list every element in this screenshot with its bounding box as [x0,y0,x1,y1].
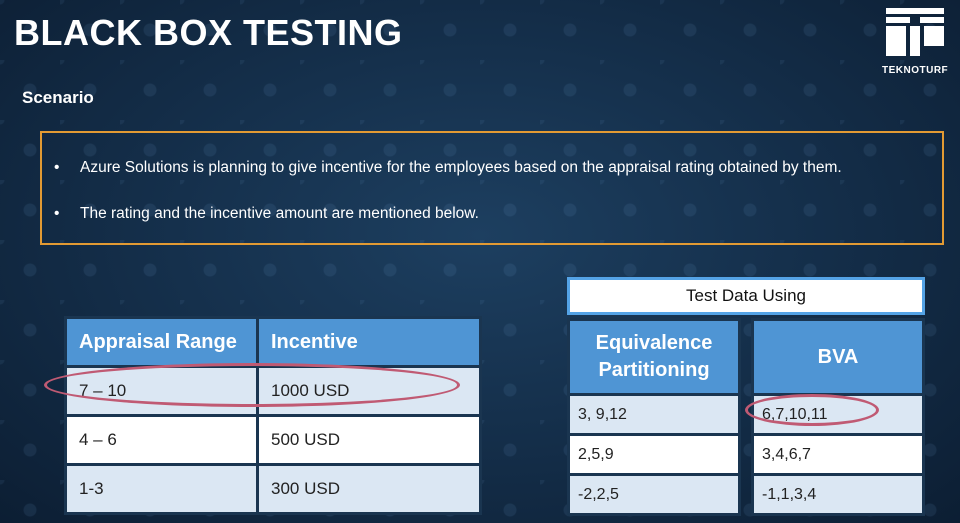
header-bva: BVA [751,318,925,396]
teknoturf-logo-icon [886,8,944,56]
table-cell: 3,4,6,7 [751,433,925,476]
appraisal-table: Appraisal Range Incentive 7 – 10 1000 US… [64,316,482,515]
table-cell: -2,2,5 [567,473,741,516]
equivalence-partitioning-table: Equivalence Partitioning 3, 9,12 2,5,9 -… [567,318,741,516]
table-cell: -1,1,3,4 [751,473,925,516]
header-line: Partitioning [598,359,710,381]
logo: TEKNOTURF [882,6,948,76]
slide-title: BLACK BOX TESTING [14,12,403,53]
header-equivalence-partitioning: Equivalence Partitioning [567,318,741,396]
table-row: -2,2,5 [567,473,741,516]
bullet-item: Azure Solutions is planning to give ince… [54,159,842,177]
logo-text: TEKNOTURF [882,65,949,76]
table-row: 3,4,6,7 [751,433,925,476]
table-cell: 500 USD [256,414,482,466]
table-row: 2,5,9 [567,433,741,476]
test-data-banner: Test Data Using [567,277,925,315]
table-row: 3, 9,12 [567,393,741,436]
header-incentive: Incentive [256,316,482,368]
table-cell: 4 – 6 [64,414,259,466]
table-row: -1,1,3,4 [751,473,925,516]
header-line: Equivalence [595,332,713,354]
bullet-item: The rating and the incentive amount are … [54,205,479,223]
scenario-box: Azure Solutions is planning to give ince… [40,131,944,245]
table-cell: 3, 9,12 [567,393,741,436]
table-cell: 1-3 [64,463,259,515]
table-cell: 300 USD [256,463,482,515]
header-appraisal-range: Appraisal Range [64,316,259,368]
scenario-heading: Scenario [22,88,94,107]
table-row: 4 – 6 500 USD [64,414,482,466]
table-cell: 2,5,9 [567,433,741,476]
highlight-ellipse [745,394,879,426]
highlight-ellipse [44,363,460,407]
table-row: 1-3 300 USD [64,463,482,515]
